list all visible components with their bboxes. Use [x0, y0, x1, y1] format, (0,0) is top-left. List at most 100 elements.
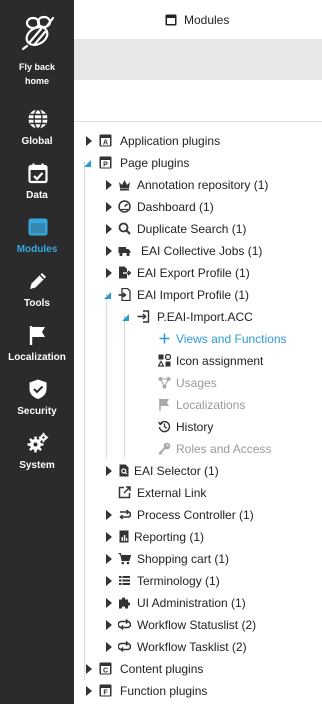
svg-text:F: F — [103, 690, 108, 697]
tree-node-label: UI Administration (1) — [137, 596, 246, 610]
tree-node-content-plugins[interactable]: C Content plugins — [74, 658, 322, 680]
expand-arrow-icon[interactable] — [104, 575, 114, 587]
list-icon — [119, 576, 130, 585]
tree-node-duplicate-search[interactable]: Duplicate Search (1) — [74, 218, 322, 240]
nav-security-label: Security — [17, 406, 57, 417]
tree-node-application-plugins[interactable]: A Application plugins — [74, 130, 322, 152]
tree-node-page-plugins[interactable]: P Page plugins — [74, 152, 322, 174]
subbar — [74, 80, 322, 122]
expand-arrow-icon[interactable] — [104, 245, 114, 257]
tree-node-function-plugins[interactable]: F Function plugins — [74, 680, 322, 702]
tree-node-ui-administration[interactable]: UI Administration (1) — [74, 592, 322, 614]
file-search-icon — [119, 464, 129, 477]
tree-node-terminology[interactable]: Terminology (1) — [74, 570, 322, 592]
expand-arrow-icon[interactable] — [84, 663, 94, 675]
flag-icon — [29, 326, 45, 345]
external-link-icon — [118, 486, 131, 499]
cart-icon — [118, 553, 131, 565]
nav-data[interactable]: Data — [0, 160, 74, 214]
toolbar — [74, 40, 322, 80]
tree-node-label: Reporting (1) — [134, 530, 205, 544]
expand-arrow-icon[interactable] — [104, 223, 114, 235]
share-nodes-icon — [158, 377, 171, 389]
tree-node-label: Function plugins — [120, 684, 208, 698]
tree-node-views-and-functions[interactable]: Views and Functions — [74, 328, 322, 350]
tree-node-label: Workflow Tasklist (2) — [137, 640, 247, 654]
expand-arrow-icon[interactable] — [104, 531, 114, 543]
svg-text:A: A — [103, 140, 108, 147]
nav-modules-label: Modules — [16, 244, 58, 255]
collapse-arrow-icon[interactable] — [82, 157, 92, 169]
expand-arrow-icon[interactable] — [104, 267, 114, 279]
process-icon — [119, 509, 131, 520]
expand-arrow-icon[interactable] — [104, 509, 114, 521]
tree-node-p-eai-import-acc[interactable]: P.EAI-Import.ACC — [74, 306, 322, 328]
nav-global[interactable]: Global — [0, 106, 74, 160]
tree-node-label: Views and Functions — [176, 332, 287, 346]
file-export-icon — [119, 266, 131, 279]
tree-node-localizations[interactable]: Localizations — [74, 394, 322, 416]
report-icon — [119, 530, 129, 543]
tree-node-process-controller[interactable]: Process Controller (1) — [74, 504, 322, 526]
tree-node-eai-selector[interactable]: EAI Selector (1) — [74, 460, 322, 482]
tree-node-roles-and-access[interactable]: Roles and Access — [74, 438, 322, 460]
tree-node-label: External Link — [137, 486, 207, 500]
shapes-icon — [158, 354, 171, 367]
tree-node-label: EAI Export Profile (1) — [137, 266, 250, 280]
tree-node-external-link[interactable]: External Link — [74, 482, 322, 504]
box-p-icon: P — [99, 156, 112, 169]
puzzle-icon — [119, 597, 131, 609]
tree-node-label: Duplicate Search (1) — [137, 222, 247, 236]
tree-node-shopping-cart[interactable]: Shopping cart (1) — [74, 548, 322, 570]
page-header: Modules — [74, 0, 322, 40]
gauge-icon — [118, 200, 131, 213]
tree-node-annotation-repository[interactable]: Annotation repository (1) — [74, 174, 322, 196]
nav-localization[interactable]: Localization — [0, 322, 74, 376]
svg-text:P: P — [103, 162, 108, 169]
expand-arrow-icon[interactable] — [104, 619, 114, 631]
tree-node-reporting[interactable]: Reporting (1) — [74, 526, 322, 548]
tree-node-eai-export-profile[interactable]: EAI Export Profile (1) — [74, 262, 322, 284]
window-icon — [28, 218, 48, 236]
box-a-icon: A — [99, 134, 112, 147]
tree-node-label: Page plugins — [120, 156, 190, 170]
magnifier-icon — [118, 222, 131, 235]
tree-node-workflow-statuslist[interactable]: Workflow Statuslist (2) — [74, 614, 322, 636]
nav-tools[interactable]: Tools — [0, 268, 74, 322]
nav-modules[interactable]: Modules — [0, 214, 74, 268]
expand-arrow-icon[interactable] — [84, 685, 94, 697]
tree-node-label: Annotation repository (1) — [137, 178, 269, 192]
module-tree: A Application plugins P Page plugins Ann… — [74, 122, 322, 704]
tree-node-history[interactable]: History — [74, 416, 322, 438]
tree-node-label: History — [176, 420, 214, 434]
expand-arrow-icon[interactable] — [104, 465, 114, 477]
tree-node-eai-collective-jobs[interactable]: EAI Collective Jobs (1) — [74, 240, 322, 262]
expand-arrow-icon[interactable] — [104, 179, 114, 191]
tree-node-label: Shopping cart (1) — [137, 552, 230, 566]
expand-arrow-icon[interactable] — [84, 135, 94, 147]
tree-node-usages[interactable]: Usages — [74, 372, 322, 394]
gears-icon — [27, 432, 49, 453]
tree-node-eai-import-profile[interactable]: EAI Import Profile (1) — [74, 284, 322, 306]
expand-arrow-icon[interactable] — [104, 597, 114, 609]
nav-security[interactable]: Security — [0, 376, 74, 430]
box-c-icon: C — [99, 662, 112, 675]
tree-node-dashboard[interactable]: Dashboard (1) — [74, 196, 322, 218]
fly-back-home-button[interactable]: Fly back home — [0, 0, 74, 96]
expand-arrow-icon[interactable] — [104, 641, 114, 653]
tree-node-label: Workflow Statuslist (2) — [137, 618, 257, 632]
tree-node-icon-assignment[interactable]: Icon assignment — [74, 350, 322, 372]
truck-icon — [118, 247, 131, 257]
collapse-arrow-icon[interactable] — [102, 289, 112, 301]
file-import-icon — [118, 288, 131, 301]
nav-localization-label: Localization — [8, 352, 66, 363]
tree-node-label: Roles and Access — [176, 442, 272, 456]
collapse-arrow-icon[interactable] — [120, 311, 130, 323]
tree-node-workflow-tasklist[interactable]: Workflow Tasklist (2) — [74, 636, 322, 658]
expand-arrow-icon[interactable] — [104, 201, 114, 213]
crown-icon — [119, 180, 130, 191]
nav-system[interactable]: System — [0, 430, 74, 484]
expand-arrow-icon[interactable] — [104, 553, 114, 565]
history-icon — [158, 420, 171, 433]
box-f-icon: F — [99, 684, 112, 697]
